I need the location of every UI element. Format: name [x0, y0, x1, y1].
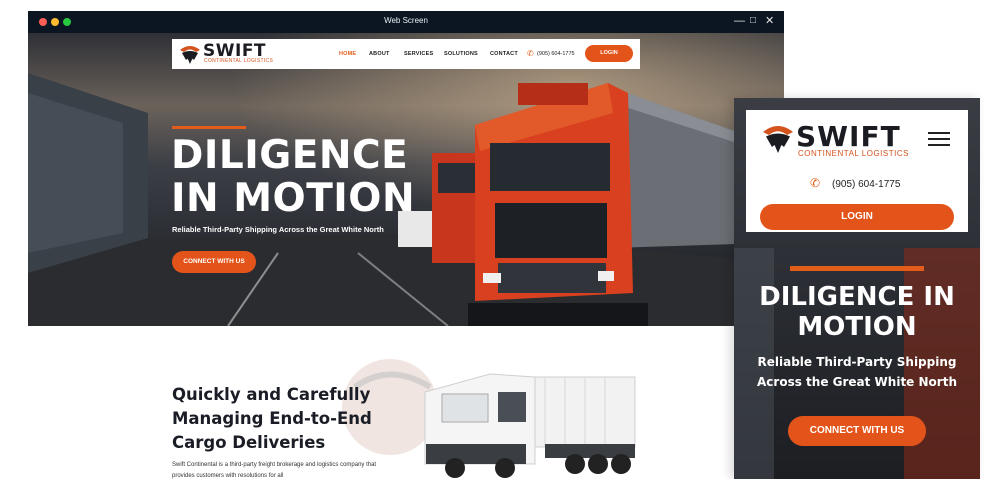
mobile-logo-subtitle: CONTINENTAL LOGISTICS — [798, 149, 909, 158]
hero-subtitle: Reliable Third-Party Shipping Across the… — [172, 225, 384, 234]
nav-item-home[interactable]: HOME — [339, 51, 356, 57]
connect-button[interactable]: CONNECT WITH US — [172, 251, 256, 273]
mobile-hero-subtitle: Reliable Third-Party Shipping Across the… — [757, 355, 957, 389]
window-titlebar: Web Screen — □ ✕ — [28, 11, 784, 33]
nav-item-contact[interactable]: CONTACT — [490, 51, 518, 57]
mobile-hero-title: DILIGENCE IN MOTION — [759, 282, 955, 342]
mobile-phone[interactable]: (905) 604-1775 — [832, 179, 900, 190]
hero-accent-bar — [172, 126, 246, 129]
mobile-site-logo[interactable]: SWIFT CONTINENTAL LOGISTICS — [760, 120, 920, 160]
mockup-stage: Web Screen — □ ✕ SWIFT CONTINENTAL LOGIS… — [0, 0, 1000, 479]
mobile-login-button[interactable]: LOGIN — [760, 204, 954, 230]
hero-title-line1: DILIGENCE — [171, 133, 409, 178]
mobile-preview: SWIFT CONTINENTAL LOGISTICS ✆ (905) 604-… — [734, 98, 980, 479]
hero-section: SWIFT CONTINENTAL LOGISTICS HOME ABOUT S… — [28, 33, 784, 326]
window-title: Web Screen — [384, 16, 428, 25]
hamburger-menu-icon[interactable] — [928, 132, 950, 146]
mobile-eagle-logo-icon — [763, 126, 793, 153]
minimize-icon[interactable]: — — [734, 14, 745, 28]
mobile-header-card: SWIFT CONTINENTAL LOGISTICS ✆ (905) 604-… — [746, 110, 968, 232]
desktop-window: Web Screen — □ ✕ SWIFT CONTINENTAL LOGIS… — [28, 11, 784, 326]
nav-item-about[interactable]: ABOUT — [369, 51, 390, 57]
desktop-navbar: SWIFT CONTINENTAL LOGISTICS HOME ABOUT S… — [172, 39, 640, 69]
mobile-connect-button[interactable]: CONNECT WITH US — [788, 416, 926, 446]
about-heading: Quickly and Carefully Managing End-to-En… — [172, 385, 372, 452]
site-logo[interactable]: SWIFT CONTINENTAL LOGISTICS — [178, 41, 278, 66]
hero-title-line2: IN MOTION — [171, 176, 416, 221]
mobile-phone-icon: ✆ — [810, 176, 821, 190]
login-button[interactable]: LOGIN — [585, 45, 633, 62]
nav-item-solutions[interactable]: SOLUTIONS — [444, 51, 478, 57]
eagle-logo-icon — [180, 46, 200, 64]
mobile-accent-bar — [790, 266, 924, 271]
maximize-icon[interactable]: □ — [750, 14, 756, 28]
hero-title: DILIGENCE IN MOTION — [171, 134, 415, 220]
logo-subtitle: CONTINENTAL LOGISTICS — [204, 58, 274, 64]
phone-icon: ✆ — [527, 49, 534, 58]
nav-phone[interactable]: (905) 604-1775 — [537, 51, 575, 57]
nav-item-services[interactable]: SERVICES — [404, 51, 433, 57]
close-icon[interactable]: ✕ — [765, 14, 774, 28]
about-description: Swift Continental is a third-party freig… — [172, 462, 377, 479]
